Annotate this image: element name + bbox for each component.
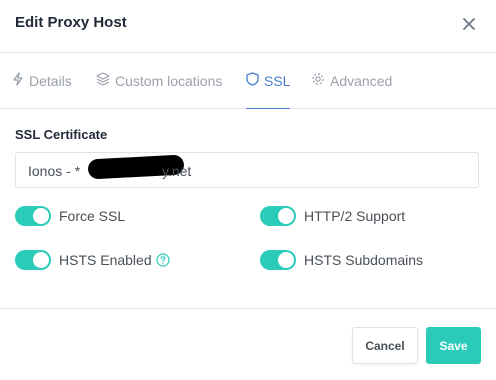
- gear-icon: [311, 72, 330, 89]
- save-button[interactable]: Save: [426, 327, 481, 364]
- modal-title: Edit Proxy Host: [15, 14, 127, 31]
- cancel-button[interactable]: Cancel: [352, 327, 418, 364]
- tab-custom-locations-label: Custom locations: [115, 72, 223, 89]
- tab-advanced-label: Advanced: [330, 72, 393, 89]
- http2-support-toggle[interactable]: HTTP/2 Support: [260, 206, 405, 226]
- layers-icon: [96, 72, 115, 89]
- tab-ssl[interactable]: SSL: [246, 53, 291, 109]
- shield-icon: [246, 72, 264, 89]
- ssl-certificate-value-suffix: y.net: [162, 163, 192, 179]
- force-ssl-label: Force SSL: [59, 208, 126, 224]
- modal-header: Edit Proxy Host: [0, 0, 496, 53]
- force-ssl-switch[interactable]: [15, 206, 51, 226]
- ssl-certificate-select[interactable]: Ionos - * y.net: [15, 152, 479, 188]
- tab-custom-locations[interactable]: Custom locations: [96, 53, 222, 108]
- http2-support-switch[interactable]: [260, 206, 296, 226]
- tab-ssl-label: SSL: [264, 72, 291, 89]
- hsts-enabled-switch[interactable]: [15, 250, 51, 270]
- hsts-enabled-label: HSTS Enabled: [59, 252, 152, 268]
- ssl-certificate-label: SSL Certificate: [15, 127, 108, 142]
- hsts-enabled-toggle[interactable]: HSTS Enabled: [15, 250, 170, 270]
- ssl-certificate-value: Ionos - *: [28, 163, 81, 179]
- bolt-icon: [12, 72, 29, 89]
- hsts-subdomains-switch[interactable]: [260, 250, 296, 270]
- edit-proxy-host-modal: Edit Proxy Host Details Custom locations…: [0, 0, 496, 379]
- hsts-subdomains-toggle[interactable]: HSTS Subdomains: [260, 250, 423, 270]
- force-ssl-toggle[interactable]: Force SSL: [15, 206, 125, 226]
- tab-advanced[interactable]: Advanced: [311, 53, 392, 108]
- hsts-subdomains-label: HSTS Subdomains: [304, 252, 424, 268]
- modal-footer: Cancel Save: [0, 308, 496, 380]
- tab-bar: Details Custom locations SSL Advanced: [0, 53, 496, 109]
- tab-details[interactable]: Details: [12, 53, 72, 108]
- http2-support-label: HTTP/2 Support: [304, 208, 406, 224]
- question-circle-icon[interactable]: [156, 253, 170, 267]
- tab-details-label: Details: [29, 72, 72, 89]
- close-icon[interactable]: [458, 13, 480, 35]
